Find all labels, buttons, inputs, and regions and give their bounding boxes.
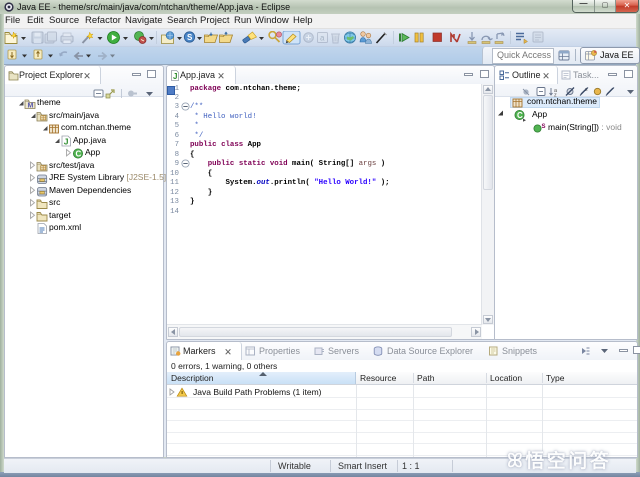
svg-text:C: C [517, 111, 523, 120]
svg-text:C: C [76, 150, 82, 159]
svg-text:S: S [187, 33, 193, 42]
svg-text:a: a [320, 34, 325, 43]
svg-text:S: S [542, 124, 546, 130]
svg-text:J: J [64, 137, 69, 147]
svg-text:J: J [173, 72, 177, 81]
svg-text:M: M [28, 103, 34, 110]
